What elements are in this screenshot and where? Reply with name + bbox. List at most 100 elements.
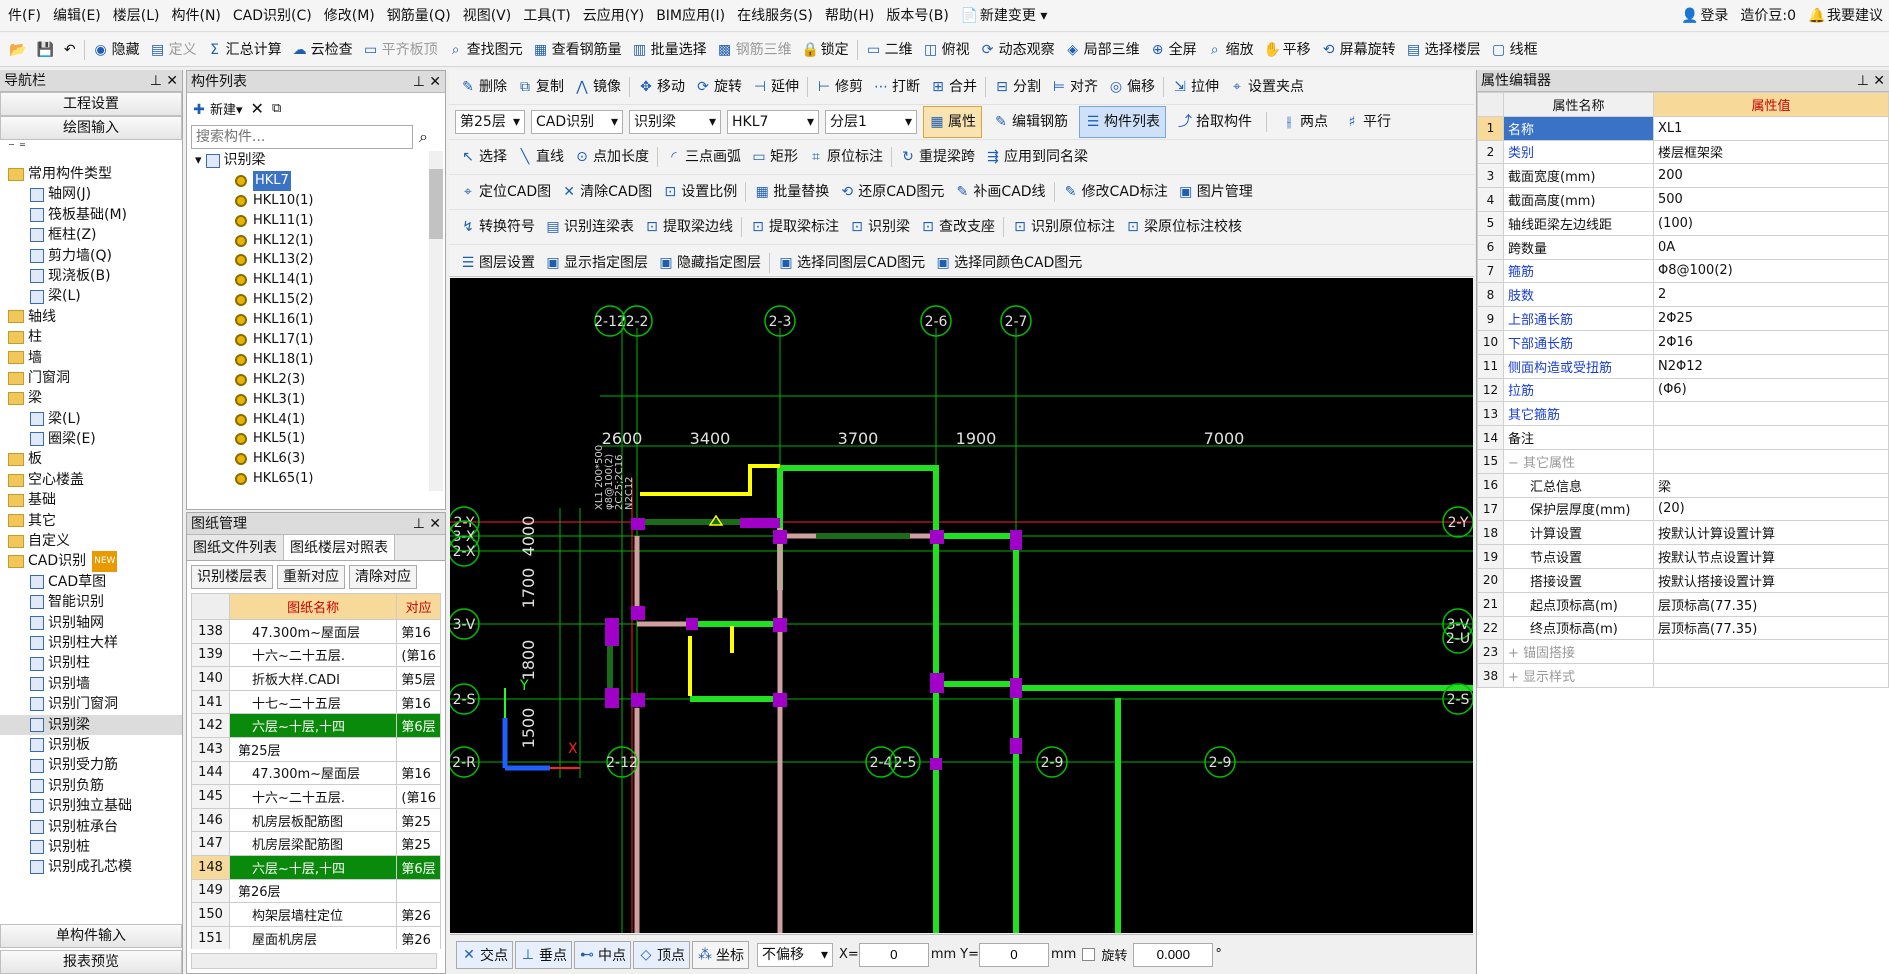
- table-row[interactable]: 138 47.300m~屋面层 第16: [191, 619, 441, 644]
- cad-drawing[interactable]: 2600 3400 3700 1900 7000 2-12 2-2 2-3 2-6 2-7 2-…: [450, 278, 1473, 933]
- nav-tree-item[interactable]: 圈梁(E): [0, 429, 182, 449]
- r4-tool-7[interactable]: ▣ 图片管理: [1173, 177, 1258, 207]
- r6-tool-4[interactable]: ▣ 选择同颜色CAD图元: [930, 248, 1087, 278]
- menu-item-3[interactable]: 构件(N): [166, 0, 227, 31]
- r1-tool-4[interactable]: ⟳ 旋转: [690, 72, 747, 102]
- r4-tool-1[interactable]: ✕ 清除CAD图: [556, 177, 657, 207]
- property-row[interactable]: 6 跨数量 0A: [1477, 234, 1889, 260]
- r1-tool-0[interactable]: ✎ 删除: [455, 72, 512, 102]
- component-item[interactable]: HKL18(1): [195, 350, 445, 370]
- x-input[interactable]: [858, 942, 929, 967]
- component-item[interactable]: HKL11(1): [195, 211, 445, 231]
- component-item[interactable]: HKL17(1): [195, 330, 445, 350]
- nav-tree-item[interactable]: 剪力墙(Q): [0, 246, 182, 266]
- component-item[interactable]: HKL10(1): [195, 191, 445, 211]
- table-row[interactable]: 143 第25层: [191, 736, 441, 762]
- tab-floor-map[interactable]: 图纸楼层对照表: [284, 535, 395, 560]
- component-item[interactable]: HKL16(1): [195, 310, 445, 330]
- close-icon[interactable]: ✕: [1873, 70, 1885, 92]
- menu-item-9[interactable]: 云应用(Y): [577, 0, 650, 31]
- r5-tool-2[interactable]: ⊡ 提取梁边线: [639, 212, 738, 242]
- toolbar-item-1[interactable]: ▤ 定义: [145, 35, 202, 65]
- layer-select[interactable]: 分层1 ▾: [825, 110, 917, 134]
- search-input[interactable]: [191, 125, 413, 149]
- component-item[interactable]: HKL12(1): [195, 231, 445, 251]
- component-item[interactable]: HKL6(3): [195, 449, 445, 469]
- property-row[interactable]: 13 其它箍筋: [1477, 401, 1889, 427]
- table-row[interactable]: 139 十六~二十五层. (第16: [191, 642, 441, 668]
- drawing-canvas[interactable]: 2600 3400 3700 1900 7000 2-12 2-2 2-3 2-6 2-7 2-…: [450, 278, 1473, 933]
- scrollbar[interactable]: [429, 151, 443, 491]
- menu-item-7[interactable]: 视图(V): [457, 0, 518, 31]
- close-icon[interactable]: ✕: [429, 71, 441, 93]
- view-item-2[interactable]: ⟳ 动态观察: [975, 35, 1060, 65]
- draw-input-button[interactable]: 绘图输入: [0, 116, 182, 140]
- nav-tree-item[interactable]: 门窗洞: [0, 368, 182, 388]
- view-item-0[interactable]: ▭ 二维: [861, 35, 918, 65]
- y-input[interactable]: [978, 942, 1049, 967]
- property-row[interactable]: 8 肢数 2: [1477, 282, 1889, 308]
- r6-tool-2[interactable]: ▣ 隐藏指定图层: [653, 248, 766, 278]
- nav-tree-item[interactable]: 识别桩: [0, 837, 182, 857]
- pin-icon[interactable]: ⊥: [150, 70, 162, 92]
- single-input-button[interactable]: 单构件输入: [0, 924, 182, 948]
- identify-floor-button[interactable]: 识别楼层表: [191, 565, 273, 589]
- suggest-link[interactable]: 🔔 我要建议: [1802, 0, 1889, 31]
- new-component-button[interactable]: ✚ 新建▾: [191, 99, 242, 118]
- component-item[interactable]: HKL14(1): [195, 270, 445, 290]
- component-item[interactable]: HKL4(1): [195, 410, 445, 430]
- property-row[interactable]: 4 截面高度(mm) 500: [1477, 187, 1889, 212]
- save-icon[interactable]: 💾: [31, 35, 58, 65]
- table-row[interactable]: 144 47.300m~屋面层 第16: [191, 760, 441, 786]
- table-row[interactable]: 142 六层~十层,十四 第6层: [191, 713, 441, 738]
- nav-tree-item[interactable]: 智能识别: [0, 592, 182, 612]
- table-row[interactable]: 147 机房层梁配筋图 第25: [191, 831, 441, 856]
- axis-bubble[interactable]: 2-R: [450, 746, 480, 778]
- new-change-menu[interactable]: 📄 新建变更 ▾: [955, 0, 1053, 31]
- pin-icon[interactable]: ⊥: [413, 513, 425, 535]
- nav-tree-item[interactable]: 识别板: [0, 735, 182, 755]
- r5-tool-3[interactable]: ⊡ 提取梁标注: [745, 212, 844, 242]
- view-item-3[interactable]: ◈ 局部三维: [1060, 35, 1145, 65]
- r5-tool-7[interactable]: ⊡ 梁原位标注校核: [1120, 212, 1247, 242]
- toolbar-item-9[interactable]: 🔒 锁定: [797, 35, 854, 65]
- axis-bubble[interactable]: 2-9: [1204, 746, 1236, 778]
- r4-tool-2[interactable]: ⊡ 设置比例: [657, 177, 742, 207]
- property-row[interactable]: 19 节点设置 按默认节点设置计算: [1477, 544, 1889, 569]
- r5-tool-5[interactable]: ⊡ 查改支座: [915, 212, 1000, 242]
- nav-tree-item[interactable]: 常用构件类型: [0, 164, 182, 184]
- snap-3[interactable]: ◇ 顶点: [633, 940, 690, 969]
- delete-icon[interactable]: ✕: [251, 99, 264, 118]
- nav-tree-item[interactable]: 识别独立基础: [0, 796, 182, 816]
- attr-button[interactable]: ▦ 属性: [923, 106, 982, 138]
- nav-tree-item[interactable]: 识别受力筋: [0, 755, 182, 775]
- property-row[interactable]: 38 + 显示样式: [1477, 663, 1889, 688]
- pin-icon[interactable]: ⊥: [413, 71, 425, 93]
- h-scrollbar[interactable]: [191, 953, 437, 969]
- nav-tree-item[interactable]: 梁(L): [0, 409, 182, 429]
- nav-tree-item[interactable]: 识别柱大样: [0, 633, 182, 653]
- nav-tree-item[interactable]: CAD草图: [0, 572, 182, 592]
- pin-icon[interactable]: ⊥: [1857, 70, 1869, 92]
- table-row[interactable]: 151 屋面机房层 第26: [191, 925, 441, 949]
- nav-tree-item[interactable]: 现浇板(B): [0, 266, 182, 286]
- snap-4[interactable]: ⁂ 坐标: [692, 940, 749, 969]
- snap-1[interactable]: ⊥ 垂点: [515, 940, 572, 969]
- property-row[interactable]: 1 名称 XL1: [1477, 115, 1889, 141]
- r5-tool-6[interactable]: ⊡ 识别原位标注: [1007, 212, 1120, 242]
- property-row[interactable]: 23 + 锚固搭接: [1477, 639, 1889, 665]
- type-select[interactable]: 识别梁 ▾: [629, 110, 721, 134]
- table-row[interactable]: 148 六层~十层,十四 第6层: [191, 854, 441, 880]
- property-row[interactable]: 9 上部通长筋 2Φ25: [1477, 306, 1889, 331]
- r6-tool-3[interactable]: ▣ 选择同图层CAD图元: [773, 248, 930, 278]
- nav-tree-item[interactable]: 识别梁: [0, 714, 182, 735]
- nav-tree-item[interactable]: 识别轴网: [0, 613, 182, 633]
- nav-tree-item[interactable]: 轴网(J): [0, 184, 182, 204]
- offset-select[interactable]: 不偏移 ▾: [757, 942, 833, 967]
- table-row[interactable]: 145 十六~二十五层. (第16: [191, 784, 441, 809]
- component-item[interactable]: HKL13(2): [195, 250, 445, 270]
- r1-tool-12[interactable]: ⇲ 拉伸: [1167, 72, 1224, 102]
- nav-tree-item[interactable]: CAD识别 NEW: [0, 551, 182, 572]
- view-item-7[interactable]: ⟲ 屏幕旋转: [1316, 35, 1401, 65]
- menu-item-0[interactable]: 件(F): [2, 0, 47, 31]
